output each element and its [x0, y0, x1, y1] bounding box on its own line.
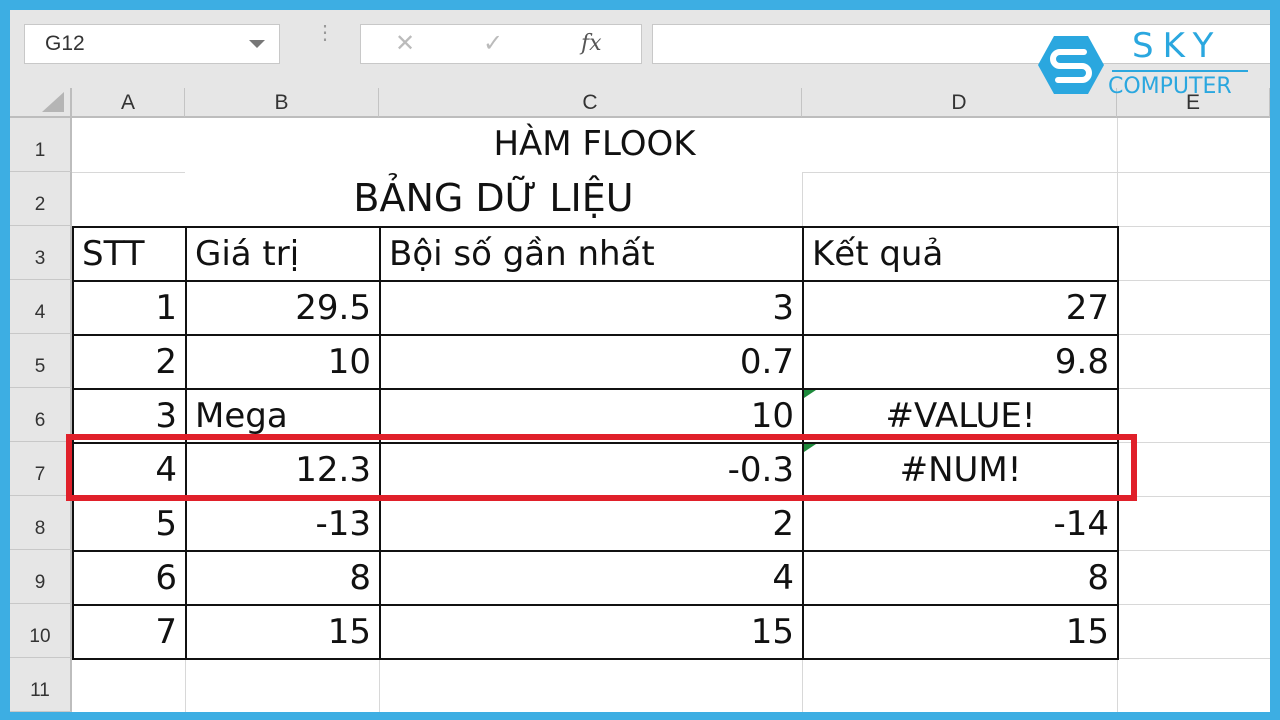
row-header-8[interactable]: 8 — [10, 496, 72, 550]
select-all-button[interactable] — [10, 88, 72, 118]
logo-hexagon-icon — [1038, 36, 1104, 94]
check-icon[interactable]: ✓ — [483, 29, 503, 58]
header-cell-ket-qua[interactable]: Kết quả — [802, 226, 1119, 282]
drag-handle-icon[interactable]: ⋮ — [315, 23, 335, 43]
table-cell[interactable]: -14 — [802, 496, 1119, 552]
row-header-6[interactable]: 6 — [10, 388, 72, 442]
row-header-9[interactable]: 9 — [10, 550, 72, 604]
table-cell[interactable]: 27 — [802, 280, 1119, 336]
table-cell[interactable]: 4 — [379, 550, 804, 606]
header-cell-gia-tri[interactable]: Giá trị — [185, 226, 381, 282]
cancel-icon[interactable]: ✕ — [395, 29, 415, 58]
title-cell[interactable]: HÀM FLOOK — [72, 118, 1117, 172]
header-cell-stt[interactable]: STT — [72, 226, 187, 282]
row-header-7[interactable]: 7 — [10, 442, 72, 496]
table-cell[interactable]: 7 — [72, 604, 187, 660]
table-cell[interactable]: 29.5 — [185, 280, 381, 336]
row-header-10[interactable]: 10 — [10, 604, 72, 658]
table-cell[interactable]: 1 — [72, 280, 187, 336]
table-cell[interactable]: 2 — [72, 334, 187, 390]
header-cell-boi-so[interactable]: Bội số gần nhất — [379, 226, 804, 282]
table-cell[interactable]: 10 — [185, 334, 381, 390]
table-cell[interactable]: 0.7 — [379, 334, 804, 390]
column-header-a[interactable]: A — [72, 88, 185, 118]
name-box-value: G12 — [45, 32, 85, 55]
logo-brand: SKY — [1132, 26, 1223, 66]
table-cell[interactable]: 9.8 — [802, 334, 1119, 390]
table-cell[interactable]: 15 — [185, 604, 381, 660]
row-header-5[interactable]: 5 — [10, 334, 72, 388]
error-indicator-icon[interactable] — [804, 390, 816, 398]
table-cell[interactable]: 15 — [379, 604, 804, 660]
table-cell[interactable]: 6 — [72, 550, 187, 606]
row-header-11[interactable]: 11 — [10, 658, 72, 712]
select-all-triangle-icon — [42, 92, 64, 112]
insert-function-icon[interactable]: fx — [581, 31, 602, 56]
row-header-2[interactable]: 2 — [10, 172, 72, 226]
row-header-4[interactable]: 4 — [10, 280, 72, 334]
table-cell[interactable]: 15 — [802, 604, 1119, 660]
column-header-b[interactable]: B — [185, 88, 379, 118]
name-box[interactable]: G12 — [24, 24, 280, 64]
sky-computer-logo: SKY COMPUTER — [1038, 26, 1248, 110]
table-cell[interactable]: 5 — [72, 496, 187, 552]
table-cell[interactable]: 8 — [802, 550, 1119, 606]
excel-window: G12 ⋮ ✕ ✓ fx A B C D E 1 2 3 4 5 6 7 8 9… — [10, 10, 1270, 712]
subtitle-cell[interactable]: BẢNG DỮ LIỆU — [185, 172, 802, 226]
table-cell[interactable]: 3 — [379, 280, 804, 336]
logo-subtitle: COMPUTER — [1108, 74, 1232, 99]
table-cell[interactable]: -13 — [185, 496, 381, 552]
formula-buttons: ✕ ✓ fx — [360, 24, 642, 64]
table-cell[interactable]: 2 — [379, 496, 804, 552]
highlight-box-row-7 — [66, 434, 1137, 501]
worksheet-grid[interactable]: HÀM FLOOK BẢNG DỮ LIỆU STT Giá trị Bội s… — [72, 118, 1270, 712]
row-header-1[interactable]: 1 — [10, 118, 72, 172]
logo-divider — [1112, 70, 1248, 72]
chevron-down-icon[interactable] — [249, 40, 265, 48]
column-header-c[interactable]: C — [379, 88, 802, 118]
row-header-3[interactable]: 3 — [10, 226, 72, 280]
table-cell[interactable]: 8 — [185, 550, 381, 606]
